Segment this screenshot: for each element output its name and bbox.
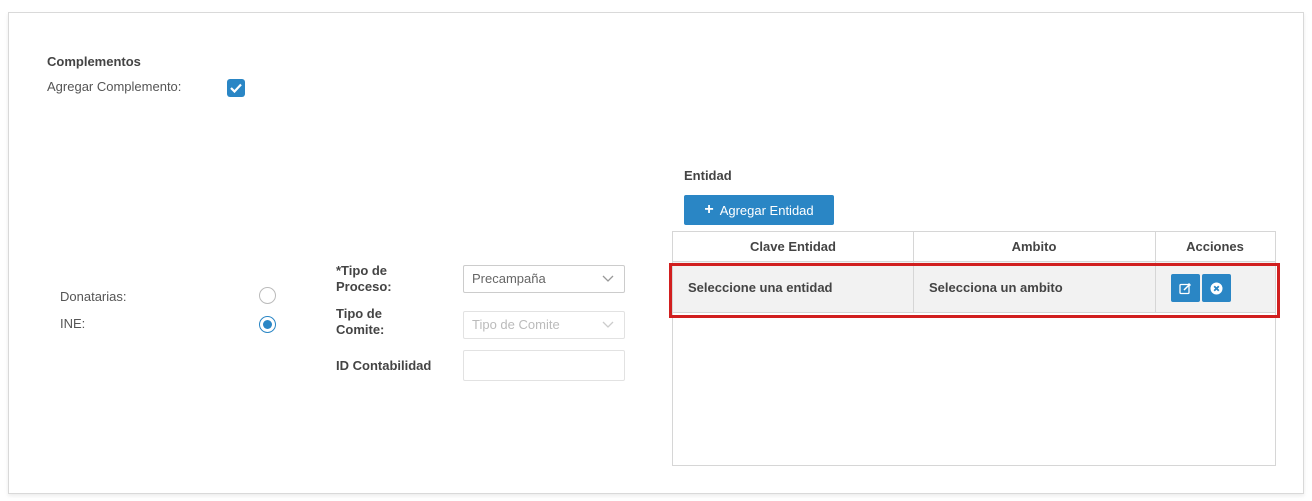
table-row: Seleccione una entidad Selecciona un amb…: [673, 262, 1275, 313]
agregar-complemento-checkbox[interactable]: [227, 79, 245, 97]
chevron-down-icon: [602, 321, 614, 328]
column-header-acciones: Acciones: [1155, 232, 1275, 262]
ine-label: INE:: [60, 316, 86, 331]
ambito-cell[interactable]: Selecciona un ambito: [929, 262, 1063, 313]
edit-icon: [1179, 282, 1192, 294]
chevron-down-icon: [602, 275, 614, 282]
complementos-title: Complementos: [47, 54, 141, 69]
agregar-complemento-label: Agregar Complemento:: [47, 79, 182, 94]
clave-entidad-cell[interactable]: Seleccione una entidad: [688, 262, 833, 313]
tipo-proceso-label-line2: Proceso:: [336, 279, 392, 294]
plus-icon: +: [704, 201, 714, 218]
agregar-entidad-label: Agregar Entidad: [719, 202, 814, 218]
tipo-proceso-value: Precampaña: [472, 271, 546, 286]
donatarias-label: Donatarias:: [60, 289, 127, 304]
close-circle-icon: [1210, 282, 1223, 294]
delete-button[interactable]: [1202, 274, 1231, 302]
id-contabilidad-label: ID Contabilidad: [336, 358, 432, 373]
column-divider: [913, 262, 914, 313]
column-divider: [1155, 262, 1156, 313]
edit-button[interactable]: [1171, 274, 1200, 302]
tipo-comite-select[interactable]: Tipo de Comite: [463, 311, 625, 339]
tipo-proceso-label-line1: *Tipo de: [336, 263, 388, 278]
tipo-comite-label-line1: Tipo de: [336, 306, 382, 321]
agregar-entidad-button[interactable]: + Agregar Entidad: [684, 195, 834, 225]
tipo-comite-label-line2: Comite:: [336, 322, 385, 337]
entidad-label: Entidad: [684, 168, 732, 183]
ine-radio[interactable]: [259, 316, 276, 333]
entidad-table: Clave Entidad Ambito Acciones Seleccione…: [672, 231, 1276, 466]
tipo-proceso-label: *Tipo de Proceso:: [336, 263, 392, 295]
checkmark-icon: [230, 83, 242, 93]
tipo-proceso-select[interactable]: Precampaña: [463, 265, 625, 293]
id-contabilidad-input[interactable]: [463, 350, 625, 381]
donatarias-radio[interactable]: [259, 287, 276, 304]
column-header-ambito: Ambito: [913, 232, 1155, 262]
tipo-comite-label: Tipo de Comite:: [336, 306, 384, 338]
column-header-clave-entidad: Clave Entidad: [673, 232, 913, 262]
tipo-comite-placeholder: Tipo de Comite: [472, 317, 560, 332]
